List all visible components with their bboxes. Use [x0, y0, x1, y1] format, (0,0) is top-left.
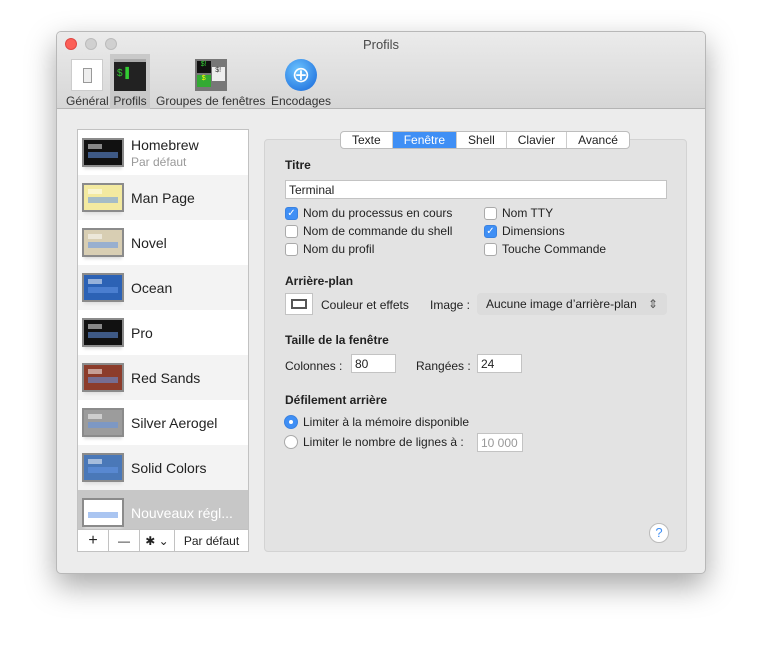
profile-name: Red Sands — [131, 369, 201, 386]
settings-tabs: Texte Fenêtre Shell Clavier Avancé — [340, 131, 630, 149]
gear-menu-button[interactable]: ✱ ⌄ — [140, 530, 175, 551]
profile-list-buttons: + — ✱ ⌄ Par défaut — [77, 529, 249, 552]
general-switch-icon — [71, 59, 104, 91]
tab-shell[interactable]: Shell — [457, 132, 507, 148]
profile-thumbnail — [82, 498, 124, 527]
profile-name: Homebrew — [131, 136, 199, 153]
profile-name: Silver Aerogel — [131, 414, 218, 431]
profile-thumbnail — [82, 408, 124, 437]
rows-label: Rangées : — [416, 359, 471, 373]
columns-input[interactable]: 80 — [351, 354, 396, 373]
profile-item[interactable]: Man Page — [78, 175, 248, 220]
radio-button[interactable] — [284, 435, 298, 449]
profile-thumbnail — [82, 363, 124, 392]
set-default-button[interactable]: Par défaut — [175, 530, 248, 551]
profile-subtitle: Par défaut — [131, 154, 187, 169]
color-effects-button[interactable] — [285, 293, 313, 315]
tab-clavier[interactable]: Clavier — [507, 132, 568, 148]
title-option-checkbox[interactable]: ✓ Dimensions — [484, 224, 565, 238]
radio-label: Limiter à la mémoire disponible — [303, 415, 470, 429]
profile-thumbnail — [82, 183, 124, 212]
image-label: Image : — [430, 298, 471, 312]
title-option-checkbox[interactable]: Touche Commande — [484, 242, 606, 256]
profile-item[interactable]: Silver Aerogel — [78, 400, 248, 445]
checkbox[interactable] — [285, 224, 298, 238]
radio-memory-limit[interactable]: Limiter à la mémoire disponible — [284, 415, 469, 429]
checkbox-label: Nom de commande du shell — [303, 224, 453, 238]
tab-avancé[interactable]: Avancé — [567, 132, 629, 148]
background-heading: Arrière-plan — [285, 274, 354, 288]
add-profile-button[interactable]: + — [78, 530, 109, 551]
profile-item[interactable]: Solid Colors — [78, 445, 248, 490]
checkbox[interactable]: ✓ — [484, 224, 497, 238]
updown-chevron-icon: ⇕ — [647, 297, 658, 311]
tab-texte[interactable]: Texte — [341, 132, 393, 148]
profile-name: Solid Colors — [131, 459, 207, 476]
color-effects-label: Couleur et effets — [321, 298, 409, 312]
globe-icon: ⊕ — [285, 59, 318, 91]
background-image-value: Aucune image d’arrière-plan — [486, 297, 637, 311]
radio-button[interactable] — [284, 415, 298, 429]
profile-item[interactable]: Pro — [78, 310, 248, 355]
window-title: Profils — [362, 37, 400, 52]
help-button[interactable]: ? — [649, 523, 669, 543]
checkbox[interactable]: ✓ — [285, 206, 298, 220]
profile-name: Nouveaux régl... — [131, 504, 233, 521]
window-size-heading: Taille de la fenêtre — [285, 333, 389, 347]
profile-name: Novel — [131, 234, 167, 251]
remove-profile-button[interactable]: — — [109, 530, 140, 551]
profile-thumbnail — [82, 273, 124, 302]
scrollback-heading: Défilement arrière — [285, 393, 388, 407]
profile-thumbnail — [82, 228, 124, 257]
title-option-checkbox[interactable]: Nom de commande du shell — [285, 224, 452, 238]
title-option-checkbox[interactable]: Nom du profil — [285, 242, 374, 256]
checkbox-label: Touche Commande — [502, 242, 607, 256]
toolbar-general[interactable]: Général — [63, 54, 112, 109]
profile-thumbnail — [82, 453, 124, 482]
profile-thumbnail — [82, 138, 124, 167]
terminal-profile-icon: $ ▌ — [114, 59, 146, 91]
toolbar-profiles[interactable]: $ ▌ Profils — [110, 54, 150, 109]
radio-label: Limiter le nombre de lignes à : — [303, 435, 464, 449]
checkbox-label: Nom du processus en cours — [303, 206, 453, 220]
checkbox[interactable] — [285, 242, 298, 256]
line-limit-input[interactable]: 10 000 — [477, 433, 523, 452]
checkbox-label: Nom du profil — [303, 242, 375, 256]
checkbox[interactable] — [484, 206, 497, 220]
title-option-checkbox[interactable]: Nom TTY — [484, 206, 553, 220]
tab-fenêtre[interactable]: Fenêtre — [392, 132, 458, 148]
checkbox-label: Nom TTY — [502, 206, 554, 220]
profile-item[interactable]: Ocean — [78, 265, 248, 310]
background-image-select[interactable]: Aucune image d’arrière-plan ⇕ — [477, 293, 667, 315]
radio-line-limit[interactable]: Limiter le nombre de lignes à : — [284, 435, 464, 449]
profile-thumbnail — [82, 318, 124, 347]
rows-input[interactable]: 24 — [477, 354, 522, 373]
profile-name: Man Page — [131, 189, 195, 206]
columns-label: Colonnes : — [285, 359, 343, 373]
title-input[interactable]: Terminal — [285, 180, 667, 199]
toolbar-encodings[interactable]: ⊕ Encodages — [268, 54, 334, 109]
toolbar-window-groups[interactable]: $! $ $! Groupes de fenêtres — [153, 54, 268, 109]
profile-name: Pro — [131, 324, 153, 341]
profile-item[interactable]: Homebrew Par défaut — [78, 130, 248, 175]
title-heading: Titre — [285, 158, 311, 172]
window-groups-icon: $! $ $! — [194, 59, 227, 91]
profile-item[interactable]: Red Sands — [78, 355, 248, 400]
preferences-window: Profils Général $ ▌ Profils $! $ $! Groupe… — [56, 31, 706, 574]
profile-list[interactable]: Homebrew Par défaut Man Page Novel Ocean Pro R… — [77, 129, 249, 535]
checkbox-label: Dimensions — [502, 224, 565, 238]
title-option-checkbox[interactable]: ✓ Nom du processus en cours — [285, 206, 452, 220]
profile-name: Ocean — [131, 279, 173, 296]
checkbox[interactable] — [484, 242, 497, 256]
toolbar: Profils Général $ ▌ Profils $! $ $! Groupe… — [57, 32, 705, 109]
profile-item[interactable]: Novel — [78, 220, 248, 265]
